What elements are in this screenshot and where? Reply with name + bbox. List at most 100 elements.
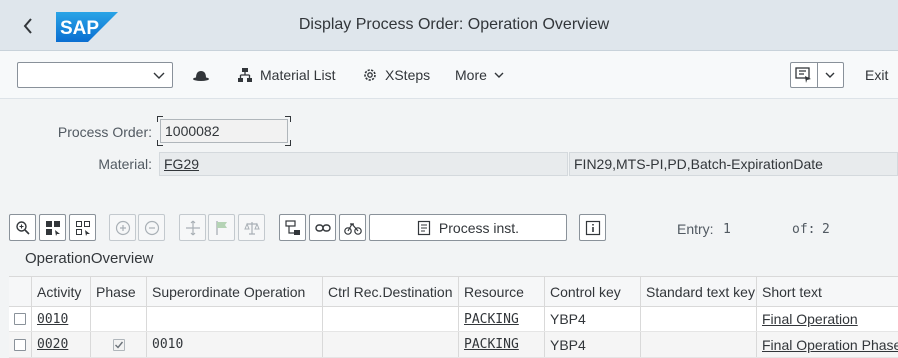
superordinate-cell: 0010 [147,332,323,357]
control-key-cell: YBP4 [545,307,641,331]
more-label: More [455,67,487,83]
material-list-button[interactable]: Material List [236,63,335,87]
flag-icon [215,220,227,235]
shell-header: SAP Display Process Order: Operation Ove… [0,0,898,51]
info-icon [585,220,600,235]
resource-link[interactable]: PACKING [464,312,519,327]
app-toolbar: Material List XSteps More Exit [0,51,898,99]
table-header: Activity Phase Superordinate Operation C… [9,276,898,307]
select-column-header[interactable] [9,277,32,306]
chevron-down-icon [825,72,835,78]
activity-link[interactable]: 0010 [37,312,68,327]
minus-circle-icon [144,220,159,235]
process-inst-label: Process inst. [438,219,520,236]
column-header[interactable]: Superordinate Operation [147,277,323,306]
column-header[interactable]: Control key [545,277,641,306]
structure-button[interactable] [279,214,306,241]
column-header[interactable]: Activity [32,277,91,306]
page-title: Display Process Order: Operation Overvie… [298,16,610,33]
xsteps-label: XSteps [385,67,431,83]
activity-cell: 0010 [32,307,91,331]
structure-icon [284,219,300,235]
phase-cell [91,307,147,331]
bicycle-icon [343,222,362,235]
checkmark-icon [114,341,123,349]
hierarchy-icon [238,68,252,82]
of-value: 2 [822,222,830,237]
ctrl-rec-cell [323,332,459,357]
short-text-cell: Final Operation [757,307,898,331]
short-text-link[interactable]: Final Operation Phase [762,337,898,353]
activity-link[interactable]: 0020 [37,337,68,352]
hat-button[interactable] [192,63,210,87]
resource-link[interactable]: PACKING [464,337,519,352]
magnifier-icon [15,220,30,235]
ctrl-rec-cell [323,307,459,331]
material-field[interactable]: FG29 [159,152,568,176]
process-order-label: Process Order: [57,124,152,140]
column-header[interactable]: Ctrl Rec.Destination [323,277,459,306]
info-button[interactable] [579,214,606,241]
document-icon [417,220,431,235]
output-button[interactable] [791,63,817,87]
hat-icon [193,71,209,81]
chevron-down-icon [153,72,165,79]
material-link[interactable]: FG29 [164,156,199,172]
add-row-button[interactable] [109,214,136,241]
section-title: OperationOverview [25,250,154,267]
table-row[interactable]: 0010 PACKING YBP4 Final Operation [9,307,898,332]
column-header[interactable]: Short text [757,277,898,306]
move-button[interactable] [179,214,206,241]
output-dropdown-button[interactable] [816,63,844,87]
output-icon [795,67,811,83]
control-key-cell: YBP4 [545,332,641,357]
bike-button[interactable] [339,214,366,241]
material-list-label: Material List [260,67,336,83]
column-header[interactable]: Resource [459,277,545,306]
resource-cell: PACKING [459,307,545,331]
column-header[interactable]: Standard text key [641,277,757,306]
move-icon [185,220,200,235]
short-text-link[interactable]: Final Operation [762,311,858,327]
row-selector[interactable] [9,307,32,331]
deselect-all-icon [75,220,90,236]
link-icon [314,223,331,232]
row-checkbox[interactable] [14,313,26,325]
focus-corner [157,116,163,122]
entry-value: 1 [723,222,731,237]
std-text-key-cell [641,307,757,331]
select-all-icon [45,220,60,236]
process-inst-button[interactable]: Process inst. [369,214,567,241]
output-menu-button [790,62,844,88]
gear-icon [364,69,376,81]
chevron-down-icon [494,72,504,78]
activity-cell: 0020 [32,332,91,357]
material-description-field: FIN29,MTS-PI,PD,Batch-ExpirationDate [569,152,898,176]
process-order-input[interactable]: 1000082 [160,119,288,143]
superordinate-cell [147,307,323,331]
row-selector[interactable] [9,332,32,357]
phase-cell [91,332,147,357]
more-button[interactable]: More [455,63,505,87]
entry-label: Entry: [677,221,714,237]
xsteps-button[interactable]: XSteps [361,63,430,87]
material-label: Material: [98,156,152,172]
balance-button[interactable] [238,214,265,241]
balance-icon [243,221,260,235]
column-header[interactable]: Phase [91,277,147,306]
select-all-button[interactable] [39,214,66,241]
delete-row-button[interactable] [138,214,165,241]
deselect-all-button[interactable] [69,214,96,241]
details-button[interactable] [9,214,36,241]
focus-corner [157,140,163,146]
flag-button[interactable] [208,214,235,241]
phase-checkbox [112,338,125,351]
exit-button[interactable]: Exit [865,67,888,83]
table-row[interactable]: 0020 0010 PACKING YBP4 Final Operation P… [9,332,898,358]
row-checkbox[interactable] [14,338,26,351]
focus-corner [285,116,291,122]
command-dropdown[interactable] [17,62,173,88]
process-order-value: 1000082 [165,123,220,139]
link-button[interactable] [309,214,336,241]
material-description: FIN29,MTS-PI,PD,Batch-ExpirationDate [574,156,823,172]
